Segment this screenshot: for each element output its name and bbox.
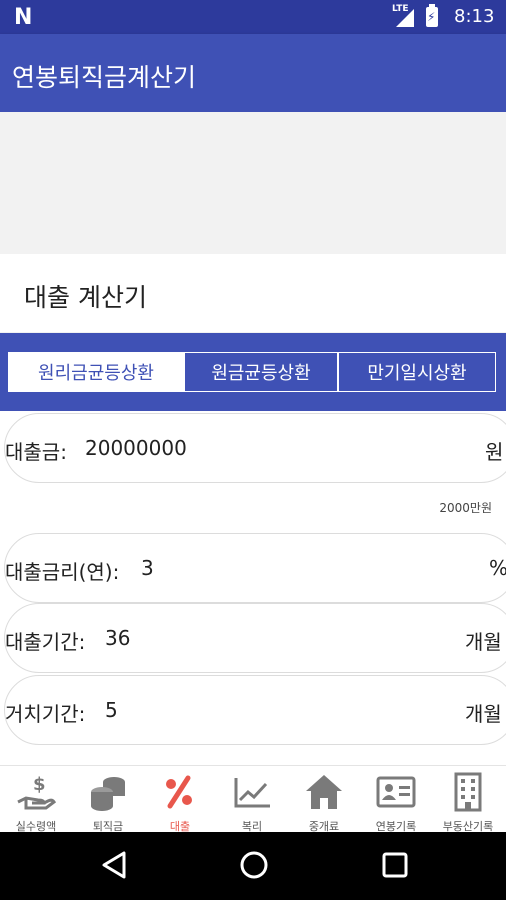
ad-banner-area: [0, 112, 506, 254]
grace-period-unit: 개월: [465, 702, 502, 726]
tab-bullet-repayment[interactable]: 만기일시상환: [338, 352, 496, 392]
status-bar: N LTE ⚡ 8:13: [0, 0, 506, 34]
loan-form: 대출금: 20000000 원 2000만원 대출금리(연): 3 % 대출기간…: [0, 411, 506, 765]
bottom-navigation: $ 실수령액 퇴직금 대출 복리 중개료 연봉기록 부동산기록: [0, 765, 506, 833]
loan-period-unit: 개월: [465, 630, 502, 654]
nav-item-severance[interactable]: 퇴직금: [72, 766, 144, 833]
loan-period-label: 대출기간:: [5, 630, 86, 654]
money-hand-icon: $: [17, 774, 56, 810]
grace-period-field[interactable]: 거치기간: 5 개월: [4, 675, 506, 745]
interest-rate-field[interactable]: 대출금리(연): 3 %: [4, 533, 506, 603]
section-title: 대출 계산기: [24, 283, 147, 312]
nav-item-compound-interest[interactable]: 복리: [216, 766, 288, 833]
tab-equal-principal[interactable]: 원금균등상환: [184, 352, 338, 392]
interest-rate-label: 대출금리(연):: [5, 560, 120, 584]
loan-amount-hint: 2000만원: [439, 501, 492, 515]
percent-icon: [166, 775, 192, 809]
loan-amount-input[interactable]: 20000000: [85, 436, 187, 460]
interest-rate-input[interactable]: 3: [141, 556, 154, 580]
house-icon: [306, 775, 342, 809]
grace-period-input[interactable]: 5: [105, 698, 118, 722]
home-icon[interactable]: [239, 850, 269, 880]
app-title: 연봉퇴직금계산기: [12, 63, 197, 92]
grace-period-label: 거치기간:: [5, 702, 86, 726]
loan-period-field[interactable]: 대출기간: 36 개월: [4, 603, 506, 673]
system-navigation-bar: [0, 832, 506, 900]
app-bar: 연봉퇴직금계산기: [0, 34, 506, 112]
nav-item-brokerage-fee[interactable]: 중개료: [288, 766, 360, 833]
nav-item-take-home-pay[interactable]: $ 실수령액: [0, 766, 72, 833]
nav-item-real-estate-record[interactable]: 부동산기록: [432, 766, 504, 833]
notification-n-icon: N: [14, 5, 33, 30]
recents-icon[interactable]: [380, 850, 410, 880]
clock: 8:13: [454, 6, 495, 27]
battery-icon: ⚡: [426, 4, 438, 27]
id-card-icon: [376, 776, 416, 808]
loan-amount-field[interactable]: 대출금: 20000000 원: [4, 413, 506, 483]
loan-amount-label: 대출금:: [5, 440, 67, 464]
svg-text:$: $: [33, 774, 46, 795]
back-icon[interactable]: [100, 850, 130, 880]
nav-item-salary-record[interactable]: 연봉기록: [360, 766, 432, 833]
building-icon: [454, 772, 482, 812]
tab-equal-principal-interest[interactable]: 원리금균등상환: [8, 352, 184, 392]
loan-period-input[interactable]: 36: [105, 626, 130, 650]
loan-amount-unit: 원: [485, 440, 504, 464]
repayment-type-tabs: 원리금균등상환 원금균등상환 만기일시상환: [0, 333, 506, 411]
interest-rate-unit: %: [489, 556, 506, 580]
section-header: 대출 계산기: [0, 254, 506, 332]
nav-item-loan[interactable]: 대출: [144, 766, 216, 833]
signal-icon: [396, 9, 414, 27]
coins-icon: [91, 777, 125, 811]
trend-chart-icon: [234, 778, 270, 808]
